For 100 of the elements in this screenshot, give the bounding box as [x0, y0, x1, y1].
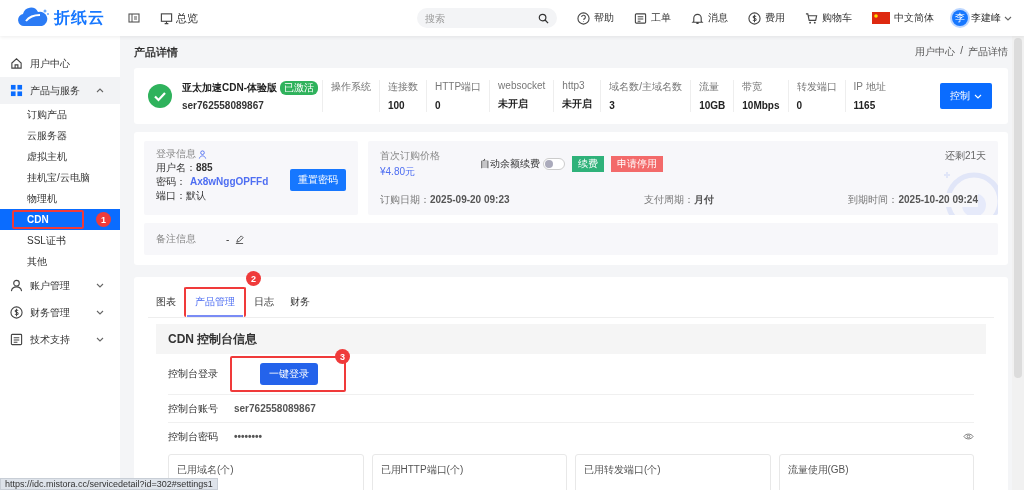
password-value: •••••••• [234, 431, 262, 442]
price-label: 首次订购价格 [380, 149, 440, 163]
chevron-down-icon [96, 310, 104, 315]
cart-icon [805, 11, 818, 25]
billing-detail: 到期时间：2025-10-20 09:24 [848, 193, 978, 207]
step-marker: 2 [246, 271, 261, 286]
stat-value: 0 [435, 100, 442, 111]
product-name: 亚太加速CDN-体验版 [182, 81, 277, 95]
chevron-down-icon [96, 283, 104, 288]
overview-link[interactable]: 总览 [160, 10, 198, 26]
tab[interactable]: 日志 [246, 289, 282, 317]
stat-label: 连接数 [388, 80, 418, 94]
stat-label: 带宽 [742, 80, 764, 94]
grid-icon [10, 84, 23, 97]
login-field: 端口：默认 [156, 189, 269, 203]
search-field[interactable]: 搜索 [417, 8, 557, 28]
billing-detail: 支付周期：月付 [644, 193, 714, 207]
billing-detail: 订购日期：2025-09-20 09:23 [380, 193, 510, 207]
home-icon [10, 57, 23, 70]
sidebar-subitem[interactable]: SSL证书 [27, 233, 66, 248]
sidebar-item[interactable]: 财务管理 [0, 299, 120, 326]
edit-icon[interactable] [235, 234, 245, 244]
eye-icon[interactable] [963, 432, 974, 441]
tab[interactable]: 图表 [148, 289, 184, 317]
usage-card: 流量使用(GB) [778, 454, 974, 490]
control-button[interactable]: 控制 [940, 83, 992, 109]
sidebar-subitem[interactable]: CDN [27, 214, 49, 225]
header-nav-item[interactable]: 购物车 [805, 11, 852, 25]
stat-value: 10Mbps [742, 100, 780, 111]
sidebar-item[interactable]: 产品与服务 [0, 77, 120, 104]
usage-card: 已用HTTP端口(个) [371, 454, 567, 490]
reset-password-button[interactable]: 重置密码 [290, 169, 346, 191]
user-icon [198, 149, 207, 159]
stat-value: 100 [388, 100, 406, 111]
stat-label: 操作系统 [331, 80, 371, 94]
document-icon [10, 333, 23, 346]
document-icon [634, 11, 647, 25]
logo-text: 折纸云 [53, 7, 105, 28]
sidebar-item[interactable]: 技术支持 [0, 326, 120, 353]
stat-value: 0 [796, 100, 804, 111]
notes-label: 备注信息 [156, 232, 196, 246]
dollar-icon [748, 11, 761, 25]
header-nav-item[interactable]: 帮助 [577, 11, 614, 25]
panel-title: 登录信息 [156, 147, 196, 161]
chevron-up-icon [96, 88, 104, 93]
stat-label: 域名数/主域名数 [609, 80, 683, 94]
account-value: ser762558089867 [234, 403, 316, 414]
stat-value: 未开启 [562, 97, 593, 111]
help-icon [577, 11, 590, 25]
cloud-logo-icon [15, 7, 50, 29]
header-nav-item[interactable]: 中文简体 [872, 11, 934, 25]
sidebar-subitem[interactable]: 其他 [27, 254, 47, 269]
breadcrumb-separator: / [960, 45, 963, 58]
stat-label: IP 地址 [853, 80, 886, 94]
status-badge: 已激活 [280, 81, 318, 95]
sidebar-subitem[interactable]: 挂机宝/云电脑 [27, 170, 90, 185]
login-field: 密码： Ax8wNggOPFFd [156, 175, 269, 189]
header-nav-item[interactable]: 费用 [748, 11, 785, 25]
stat-value: 10GB [699, 100, 726, 111]
auto-renew-label: 自动余额续费 [480, 157, 540, 171]
header-nav-item[interactable]: 消息 [691, 11, 728, 25]
one-click-login-button[interactable]: 一键登录 [260, 363, 318, 385]
stat-label: HTTP端口 [435, 80, 482, 94]
field-label: 控制台登录 [168, 367, 219, 381]
stat-value: 1165 [853, 100, 877, 111]
flag-icon [872, 12, 890, 24]
breadcrumb-item: 产品详情 [968, 45, 1008, 59]
sidebar-item[interactable]: 账户管理 [0, 272, 120, 299]
sidebar-subitem[interactable]: 云服务器 [27, 128, 67, 143]
status-bar-url: https://idc.mistora.cc/servicedetail?id=302#settings1 [0, 478, 218, 490]
stat-label: websocket [498, 80, 546, 91]
chevron-down-icon [974, 93, 982, 99]
tab[interactable]: 财务 [282, 289, 318, 317]
sidebar-subitem[interactable]: 物理机 [27, 191, 57, 206]
notes-value: - [226, 233, 230, 245]
price-value: ¥4.80元 [380, 165, 417, 179]
user-avatar[interactable]: 李 [952, 10, 968, 26]
remaining-days: 还剩21天 [944, 149, 986, 163]
tab[interactable]: 产品管理 [187, 289, 243, 317]
menu-icon[interactable] [128, 12, 140, 24]
search-icon[interactable] [538, 12, 549, 24]
breadcrumb-item[interactable]: 用户中心 [915, 45, 956, 59]
user-name[interactable]: 李建峰 [971, 11, 1001, 25]
login-field: 用户名：885 [156, 161, 269, 175]
scrollbar[interactable] [1012, 36, 1024, 490]
bell-icon [691, 11, 704, 25]
product-id: ser762558089867 [182, 100, 265, 111]
sidebar-item[interactable]: 用户中心 [0, 50, 120, 77]
user-icon [10, 279, 23, 292]
header-nav-item[interactable]: 工单 [634, 11, 671, 25]
chevron-down-icon [1004, 15, 1012, 21]
stat-label: 流量 [699, 80, 721, 94]
page-title: 产品详情 [134, 44, 178, 60]
stat-value: 未开启 [498, 97, 530, 111]
auto-renew-toggle[interactable] [543, 158, 565, 170]
usage-card: 已用转发端口(个) [575, 454, 771, 490]
sidebar-subitem[interactable]: 虚拟主机 [27, 149, 67, 164]
monitor-icon [160, 11, 173, 25]
sidebar-subitem[interactable]: 订购产品 [27, 107, 67, 122]
step-marker: 1 [96, 212, 111, 227]
